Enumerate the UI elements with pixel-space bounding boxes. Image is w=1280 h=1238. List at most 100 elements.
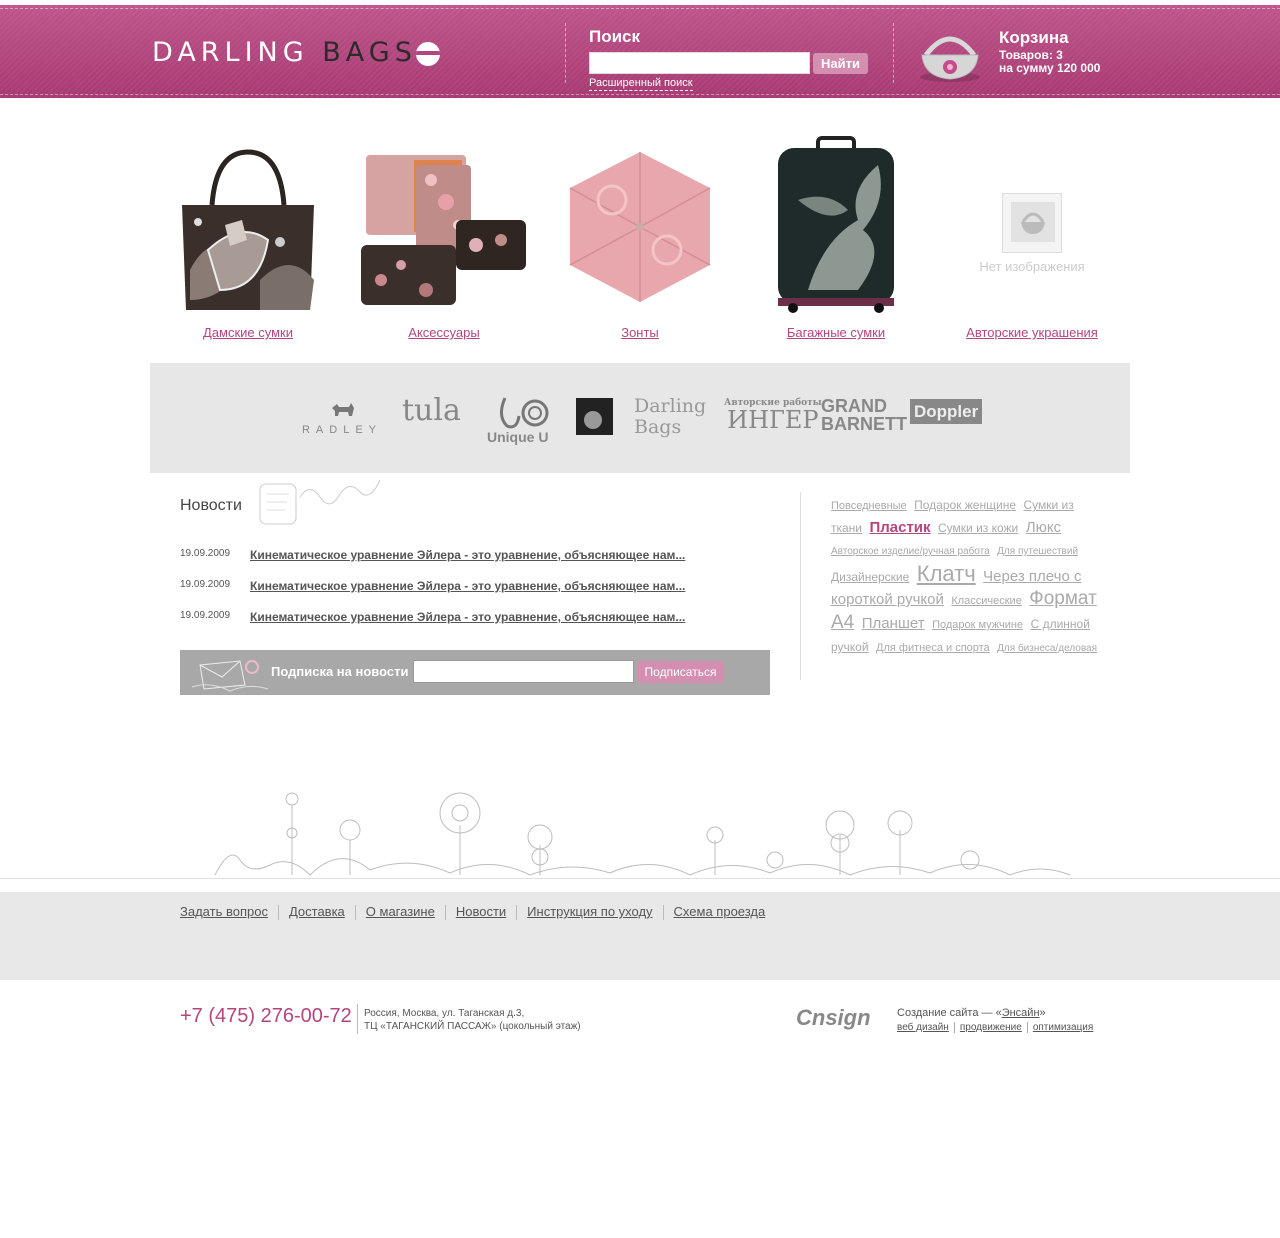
- link-separator: [953, 1022, 955, 1033]
- tag-link[interactable]: Сумки из кожи: [938, 521, 1018, 535]
- search-input[interactable]: [589, 52, 810, 74]
- address-line: Россия, Москва, ул. Таганская д.3,: [364, 1008, 525, 1019]
- search-button[interactable]: Найти: [813, 53, 868, 74]
- credit-link-web-design[interactable]: веб дизайн: [897, 1022, 949, 1033]
- footer-link-directions[interactable]: Схема проезда: [674, 904, 766, 919]
- cart-count: Товаров: 3: [999, 48, 1063, 62]
- brand-name: RADLEY: [301, 424, 383, 436]
- ground-line: [0, 878, 1280, 879]
- brand-grand-barnett[interactable]: GRAND BARNETT: [821, 397, 907, 433]
- header-divider: [893, 23, 894, 83]
- brand-square-logo[interactable]: [576, 398, 613, 435]
- link-separator: [1026, 1022, 1028, 1033]
- brand-radley[interactable]: RADLEY: [297, 400, 387, 438]
- nav-separator: [662, 905, 664, 921]
- brands-bar: RADLEY tula Unique U Darling Bags Авторс…: [150, 363, 1130, 473]
- flowers-doodle-decoration: [214, 792, 1071, 876]
- tag-link[interactable]: Классические: [951, 595, 1022, 607]
- address-line: ТЦ «ТАГАНСКИЙ ПАССАЖ» (цокольный этаж): [364, 1021, 581, 1032]
- umbrella-image: [569, 152, 711, 302]
- brand-unique-u[interactable]: Unique U: [485, 396, 560, 446]
- tag-link[interactable]: Подарок женщине: [914, 498, 1016, 512]
- site-logo[interactable]: DARLING BAGS: [152, 37, 417, 68]
- tag-link[interactable]: Для путешествий: [997, 546, 1078, 557]
- credit-link-promotion[interactable]: продвижение: [960, 1022, 1022, 1033]
- handbag-image: [182, 149, 314, 310]
- brand-tula[interactable]: tula: [402, 393, 461, 428]
- nav-separator: [516, 905, 518, 921]
- news-date: 19.09.2009: [180, 548, 231, 559]
- credit-suffix: »: [1039, 1007, 1046, 1019]
- tag-link[interactable]: Авторское изделие/ручная работа: [831, 546, 990, 557]
- footer-link-care-instructions[interactable]: Инструкция по уходу: [527, 904, 652, 919]
- tag-link[interactable]: Люкс: [1026, 519, 1061, 536]
- brand-darling-bags[interactable]: Darling Bags: [634, 396, 709, 438]
- nav-separator: [444, 905, 446, 921]
- site-credit: Создание сайта — «Энсайн»: [897, 1007, 1046, 1019]
- category-label[interactable]: Аксессуары: [346, 325, 542, 340]
- subscribe-button[interactable]: Подписаться: [638, 661, 723, 683]
- tag-link[interactable]: Клатч: [917, 561, 976, 586]
- subscribe-bar: Подписка на новости Подписаться: [180, 650, 770, 695]
- credit-link[interactable]: Энсайн: [1002, 1007, 1040, 1019]
- tag-link[interactable]: Повседневные: [831, 500, 907, 512]
- subscribe-label: Подписка на новости: [271, 664, 409, 679]
- news-date: 19.09.2009: [180, 610, 231, 621]
- cart-bag-icon[interactable]: [918, 27, 982, 83]
- tag-link[interactable]: Пластик: [869, 519, 930, 536]
- advanced-search-link[interactable]: Расширенный поиск: [589, 77, 693, 91]
- logo-circle-icon: [416, 42, 440, 66]
- news-date: 19.09.2009: [180, 579, 231, 590]
- news-link[interactable]: Кинематическое уравнение Эйлера - это ур…: [250, 610, 685, 624]
- credit-prefix: Создание сайта — «: [897, 1007, 1002, 1019]
- brand-name: ИНГЕР: [727, 406, 819, 434]
- brand-name: Unique U: [487, 429, 549, 445]
- category-umbrellas[interactable]: Зонты: [542, 130, 738, 345]
- cart-title[interactable]: Корзина: [999, 28, 1069, 48]
- envelope-doodle-icon: [191, 660, 269, 692]
- tag-link[interactable]: Дизайнерские: [831, 570, 909, 584]
- footer-link-news[interactable]: Новости: [456, 904, 506, 919]
- footer-link-delivery[interactable]: Доставка: [289, 904, 345, 919]
- cart-sum: на сумму 120 000: [999, 61, 1101, 75]
- scottie-dog-icon: [332, 403, 354, 416]
- no-image-placeholder: [1002, 193, 1062, 253]
- tag-cloud: Повседневные Подарок женщине Сумки из тк…: [831, 494, 1106, 660]
- tag-link[interactable]: Подарок мужчине: [932, 619, 1023, 631]
- brand-inger[interactable]: Авторские работы ИНГЕР: [724, 398, 822, 432]
- credit-links: веб дизайн продвижение оптимизация: [897, 1022, 1093, 1033]
- doodle-decoration-icon: [259, 479, 381, 525]
- footer-link-about[interactable]: О магазине: [366, 904, 435, 919]
- search-title: Поиск: [589, 27, 641, 46]
- brand-doppler[interactable]: Doppler: [910, 399, 983, 424]
- header-divider: [565, 23, 566, 83]
- wallets-image: [361, 155, 526, 305]
- footer-link-ask-question[interactable]: Задать вопрос: [180, 904, 268, 919]
- category-label[interactable]: Зонты: [542, 325, 738, 340]
- category-label[interactable]: Багажные сумки: [738, 325, 934, 340]
- category-designer-jewelry[interactable]: Нет изображения Авторские украшения: [934, 130, 1130, 345]
- category-label[interactable]: Дамские сумки: [150, 325, 346, 340]
- tag-link[interactable]: Планшет: [862, 615, 925, 632]
- tag-link[interactable]: Для бизнеса/деловая: [997, 643, 1097, 654]
- logo-text-dark: BAGS: [322, 37, 417, 68]
- nav-separator: [354, 905, 356, 921]
- footer-nav: Задать вопрос Доставка О магазине Новости Ин…: [180, 904, 766, 921]
- nav-separator: [277, 905, 279, 921]
- onsign-logo[interactable]: Cnsign: [796, 1005, 871, 1031]
- news-link[interactable]: Кинематическое уравнение Эйлера - это ур…: [250, 548, 685, 562]
- category-accessories[interactable]: Аксессуары: [346, 130, 542, 345]
- suitcase-image: [778, 136, 894, 313]
- category-label[interactable]: Авторские украшения: [934, 325, 1130, 340]
- credit-link-optimization[interactable]: оптимизация: [1033, 1022, 1093, 1033]
- site-header: DARLING BAGS Поиск Найти Расширенный пои…: [0, 0, 1280, 98]
- bag-placeholder-icon: [1011, 202, 1055, 242]
- news-link[interactable]: Кинематическое уравнение Эйлера - это ур…: [250, 579, 685, 593]
- news-title: Новости: [180, 497, 242, 514]
- swirl-logo-icon: [500, 397, 549, 429]
- logo-text-light: DARLING: [152, 37, 309, 68]
- category-luggage[interactable]: Багажные сумки: [738, 130, 934, 345]
- subscribe-email-input[interactable]: [413, 660, 634, 683]
- tag-link[interactable]: Для фитнеса и спорта: [876, 642, 990, 654]
- category-handbags[interactable]: Дамские сумки: [150, 130, 346, 345]
